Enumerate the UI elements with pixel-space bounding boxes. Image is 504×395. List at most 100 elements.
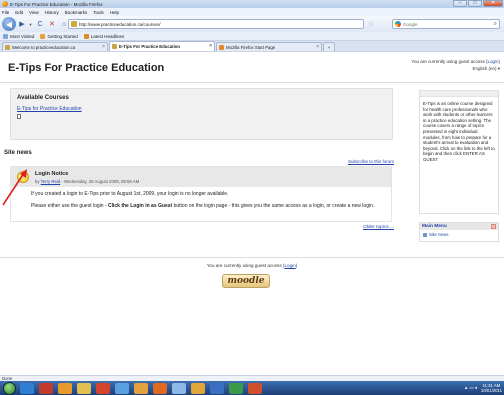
subscribe-link[interactable]: Subscribe to this forum: [348, 159, 394, 164]
tab-favicon-icon: [219, 44, 224, 50]
login-info-suffix: ): [498, 59, 501, 64]
bookmark-label: Getting Started: [47, 33, 78, 39]
clock[interactable]: 11:31 AM 10/01/2011: [481, 383, 502, 393]
tab-close-icon[interactable]: ×: [316, 44, 319, 50]
tab-label: Mozilla Firefox Start Page: [226, 44, 276, 50]
available-courses-section: Available Courses E-Tips for Practice Ed…: [10, 88, 393, 140]
app-icon[interactable]: [134, 382, 148, 394]
history-dropdown-icon[interactable]: ▼: [28, 18, 33, 30]
menu-bar: File Edit View History Bookmarks Tools H…: [0, 8, 504, 16]
outlook-icon[interactable]: [191, 382, 205, 394]
post-title: Login Notice: [35, 171, 69, 177]
course-link[interactable]: E-Tips for Practice Education: [17, 106, 82, 112]
post-body: If you created a login to E-Tips prior t…: [11, 187, 391, 214]
menu-item-label: Site news: [429, 232, 449, 237]
bookmark-getting-started[interactable]: Getting Started: [40, 33, 78, 39]
window-titlebar: E-Tips For Practice Education - Mozilla …: [0, 0, 504, 8]
search-icon[interactable]: ⌕: [494, 21, 497, 28]
ie-icon[interactable]: [20, 382, 34, 394]
page-header: E-Tips For Practice Education You are cu…: [0, 52, 504, 80]
post-emphasis: Click the Login in as Guest: [108, 202, 173, 209]
url-text[interactable]: http://www.practiceeducation.ca/courses/: [79, 22, 161, 27]
system-tray: ▲ ▭ ◂ 11:31 AM 10/01/2011: [464, 382, 502, 394]
post-paragraph-2: Please either use the guest login - Clic…: [31, 203, 385, 210]
tab-firefox-start[interactable]: Mozilla Firefox Start Page ×: [216, 42, 322, 51]
media-player-icon[interactable]: [58, 382, 72, 394]
main-menu-item-site-news[interactable]: Site news: [420, 230, 498, 239]
google-icon[interactable]: [395, 21, 401, 27]
start-button[interactable]: [3, 381, 16, 395]
tab-close-icon[interactable]: ×: [209, 43, 212, 49]
author-link[interactable]: Terry Reid: [41, 179, 61, 184]
course-description-block: E-Tips is an online course designed for …: [419, 90, 499, 214]
most-visited-icon: [3, 33, 8, 39]
bookmark-star-icon[interactable]: ☆: [368, 20, 374, 28]
footer-login-text: You are currently using guest access (: [206, 263, 285, 268]
bookmarks-toolbar: Most Visited Getting Started Latest Head…: [0, 32, 504, 41]
bookmark-label: Latest Headlines: [90, 33, 125, 39]
explorer-icon[interactable]: [77, 382, 91, 394]
clock-date: 10/01/2011: [480, 388, 502, 393]
post-byline: by Terry Reid - Wednesday, 26 August 200…: [35, 179, 139, 184]
adobe-icon[interactable]: [39, 382, 53, 394]
footer-login-suffix: ): [295, 263, 298, 268]
language-select[interactable]: English (en) ▾: [472, 66, 500, 72]
collapse-icon[interactable]: [491, 224, 496, 229]
site-news-heading: Site news: [4, 150, 32, 156]
tab-label: Welcome to practiceeducation.ca: [12, 44, 76, 50]
menu-edit[interactable]: Edit: [15, 10, 23, 15]
forum-post: Login Notice by Terry Reid - Wednesday, …: [10, 166, 392, 222]
firefox-taskbar-icon[interactable]: [153, 382, 167, 394]
network-icon[interactable]: ▲ ▭ ◂: [464, 385, 477, 391]
menu-history[interactable]: History: [45, 10, 59, 15]
tab-etips[interactable]: E-Tips For Practice Education ×: [109, 41, 215, 51]
older-topics-link[interactable]: Older topics ...: [363, 225, 394, 230]
main-menu-block: Main Menu Site news: [419, 222, 499, 242]
app-icon[interactable]: [172, 382, 186, 394]
app-icon[interactable]: [96, 382, 110, 394]
footer-login-link[interactable]: Login: [284, 263, 295, 268]
tab-favicon-icon: [5, 44, 10, 50]
getting-started-icon: [40, 33, 46, 39]
site-favicon-icon: [71, 21, 77, 27]
menu-view[interactable]: View: [29, 10, 39, 15]
course-info-icon[interactable]: [17, 114, 21, 119]
search-input[interactable]: [403, 21, 483, 27]
windows-taskbar: ▲ ▭ ◂ 11:31 AM 10/01/2011: [0, 381, 504, 395]
close-button[interactable]: ✕: [483, 0, 503, 7]
tab-welcome[interactable]: Welcome to practiceeducation.ca ×: [2, 42, 108, 51]
menu-file[interactable]: File: [2, 10, 9, 15]
menu-help[interactable]: Help: [110, 10, 119, 15]
bookmark-most-visited[interactable]: Most Visited: [3, 33, 34, 39]
back-button[interactable]: ◀: [2, 17, 16, 31]
post-date: - Wednesday, 26 August 2009, 09:58 AM: [60, 179, 140, 184]
post-text: Please either use the guest login -: [31, 202, 108, 209]
url-bar[interactable]: http://www.practiceeducation.ca/courses/: [68, 19, 364, 29]
tab-close-icon[interactable]: ×: [102, 44, 105, 50]
excel-icon[interactable]: [229, 382, 243, 394]
menu-bookmarks[interactable]: Bookmarks: [65, 10, 88, 15]
window-controls: – □ ✕: [452, 0, 503, 7]
maximize-button[interactable]: □: [468, 0, 482, 7]
login-info: You are currently using guest access (Lo…: [411, 59, 500, 64]
footer-login-info: You are currently using guest access (Lo…: [0, 263, 504, 268]
page-content: E-Tips For Practice Education You are cu…: [0, 51, 504, 375]
tab-strip: Welcome to practiceeducation.ca × E-Tips…: [0, 41, 504, 51]
post-text: button on the login page - this gives yo…: [172, 202, 375, 209]
course-description-text: E-Tips is an online course designed for …: [423, 101, 495, 162]
bookmark-latest-headlines[interactable]: Latest Headlines: [83, 33, 125, 39]
window-title: E-Tips For Practice Education - Mozilla …: [10, 1, 103, 7]
menu-tools[interactable]: Tools: [93, 10, 104, 15]
moodle-logo[interactable]: moodle: [222, 274, 270, 288]
login-info-text: You are currently using guest access (: [411, 59, 488, 64]
reload-button[interactable]: C: [35, 18, 45, 30]
minimize-button[interactable]: –: [453, 0, 467, 7]
powerpoint-icon[interactable]: [248, 382, 262, 394]
stop-button[interactable]: ✕: [47, 18, 57, 30]
app-icon[interactable]: [115, 382, 129, 394]
new-tab-button[interactable]: +: [323, 42, 335, 51]
forward-button[interactable]: ▶: [18, 18, 26, 30]
search-box[interactable]: ⌕: [392, 19, 500, 29]
word-icon[interactable]: [210, 382, 224, 394]
login-link[interactable]: Login: [487, 59, 498, 64]
